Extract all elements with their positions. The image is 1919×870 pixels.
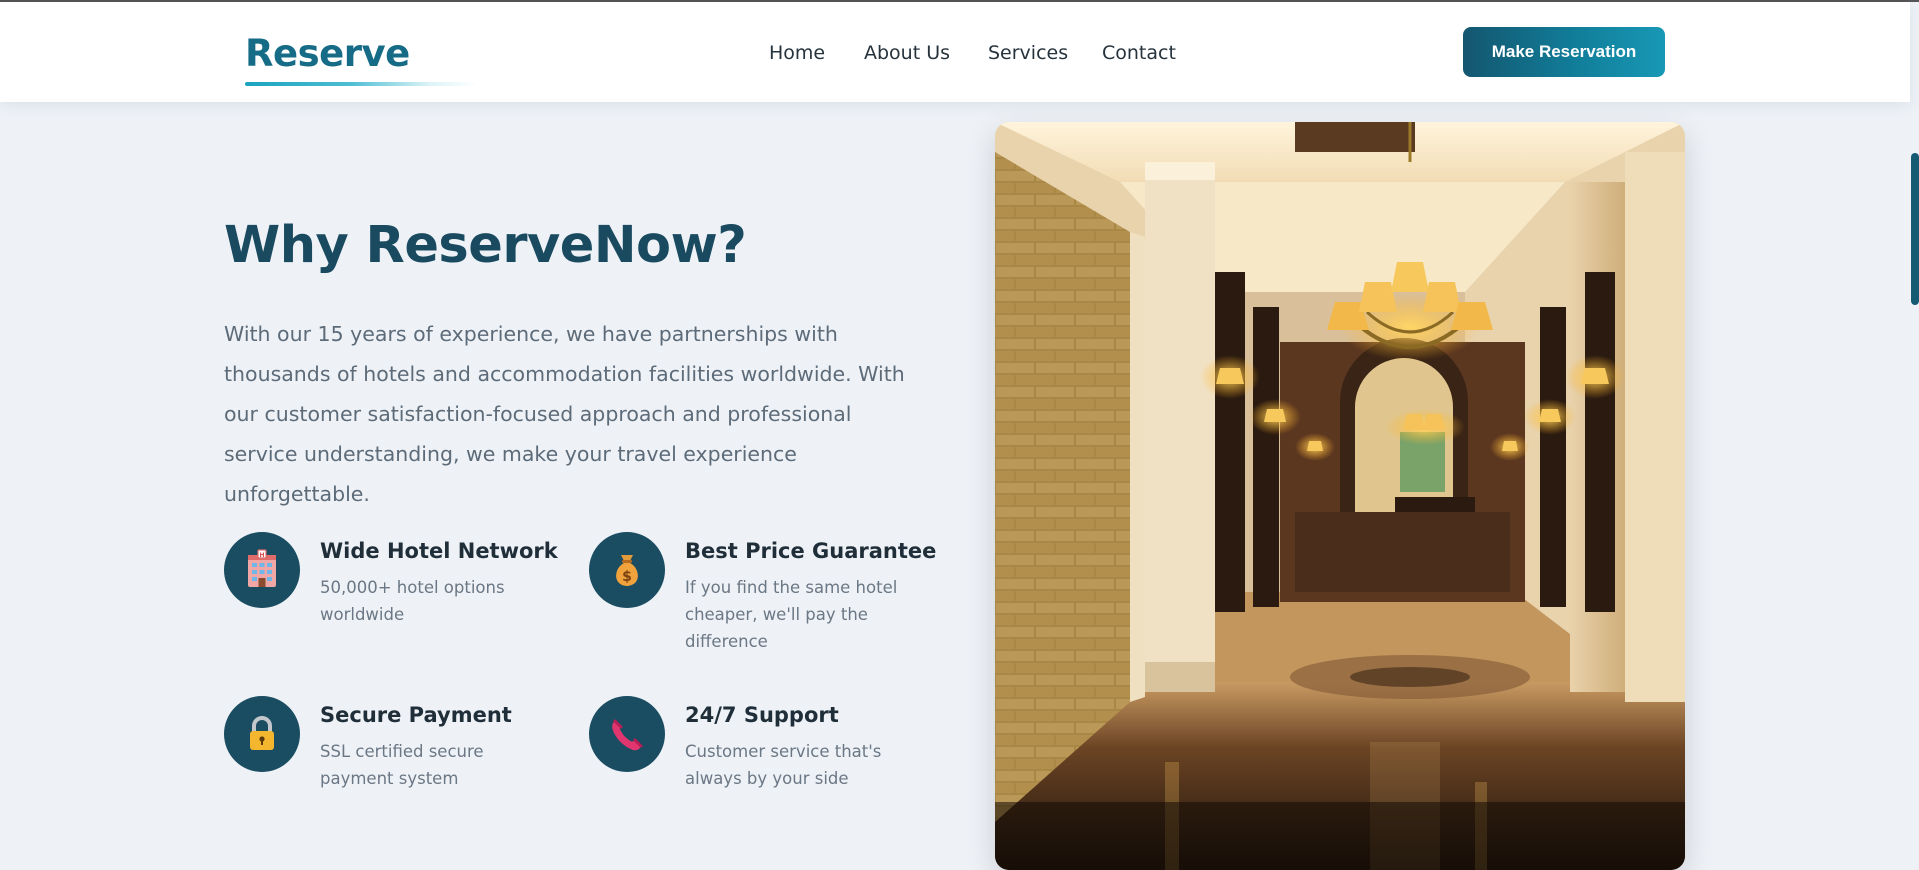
feature-title: Secure Payment [320, 703, 512, 727]
nav-about-link[interactable]: About Us [864, 42, 950, 64]
nav-home-link[interactable]: Home [769, 42, 825, 64]
feature-description: SSL certified secure payment system [320, 742, 484, 788]
feature-title: Best Price Guarantee [685, 539, 937, 563]
money-bag-icon: $ [589, 532, 665, 608]
phone-icon [589, 696, 665, 772]
feature-description: Customer service that's always by your s… [685, 742, 882, 788]
logo-underline [245, 82, 477, 86]
svg-text:H: H [259, 552, 264, 559]
logo[interactable]: Reserve [245, 32, 410, 75]
make-reservation-button[interactable]: Make Reservation [1463, 27, 1665, 77]
hotel-icon: H [224, 532, 300, 608]
feature-description: If you find the same hotel cheaper, we'l… [685, 578, 898, 651]
lock-icon [224, 696, 300, 772]
feature-title: Wide Hotel Network [320, 539, 558, 563]
feature-title: 24/7 Support [685, 703, 839, 727]
hotel-corridor-image [995, 122, 1685, 870]
svg-text:$: $ [622, 569, 632, 585]
nav-contact-link[interactable]: Contact [1102, 42, 1176, 64]
intro-paragraph: With our 15 years of experience, we have… [224, 322, 905, 506]
scrollbar-thumb[interactable] [1911, 153, 1919, 305]
nav-services-link[interactable]: Services [988, 42, 1068, 64]
site-header: Reserve Home About Us Services Contact M… [0, 2, 1910, 102]
section-title: Why ReserveNow? [224, 216, 747, 275]
feature-description: 50,000+ hotel options worldwide [320, 578, 505, 624]
